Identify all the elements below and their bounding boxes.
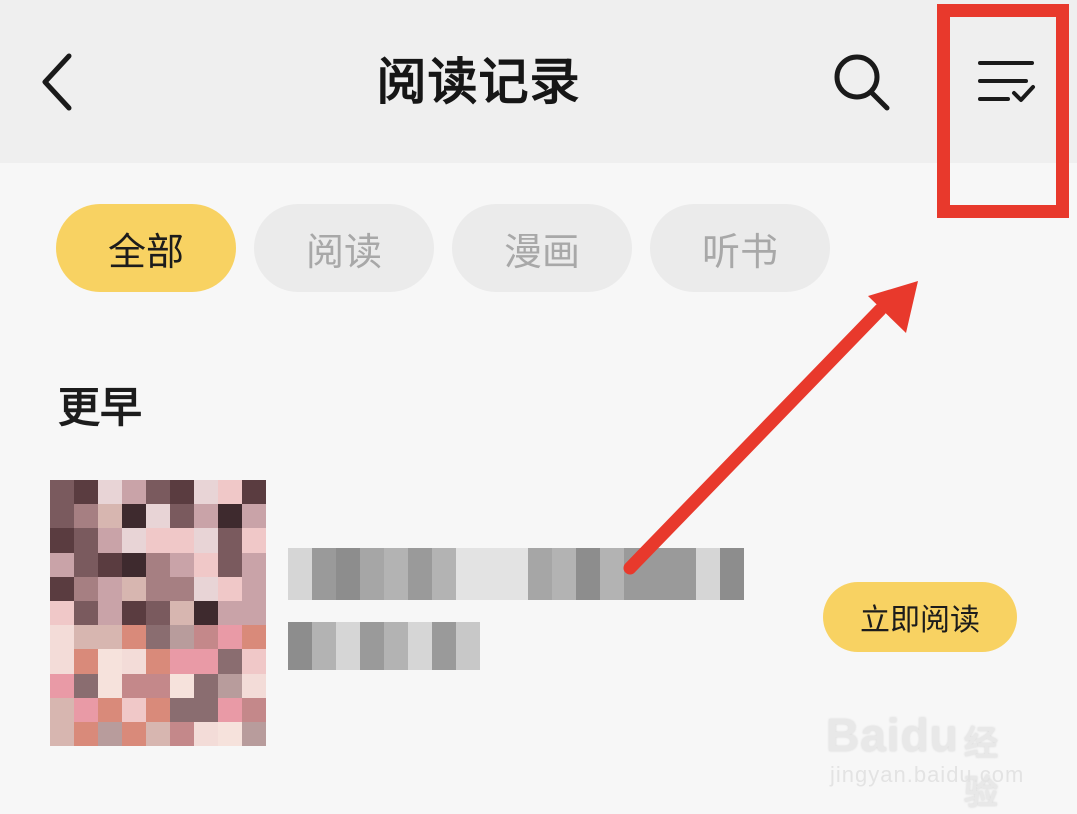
book-cover[interactable] bbox=[50, 480, 266, 746]
book-meta-blurred bbox=[288, 622, 480, 670]
watermark-domain: jingyan.baidu.com bbox=[830, 762, 1025, 787]
book-info-blurred bbox=[288, 548, 758, 678]
tab-comics[interactable]: 漫画 bbox=[452, 204, 632, 292]
search-button[interactable] bbox=[822, 44, 902, 120]
book-title-blurred bbox=[288, 548, 744, 600]
tab-audiobooks[interactable]: 听书 bbox=[650, 204, 830, 292]
tab-all[interactable]: 全部 bbox=[56, 204, 236, 292]
tab-reading[interactable]: 阅读 bbox=[254, 204, 434, 292]
manage-button[interactable] bbox=[967, 44, 1047, 120]
baidu-watermark: Baidu 经验 jingyan.baidu.com bbox=[826, 690, 1026, 813]
search-icon bbox=[834, 54, 890, 111]
watermark-brand: Baidu bbox=[826, 709, 959, 761]
page-title: 阅读记录 bbox=[376, 53, 581, 111]
list-check-icon bbox=[978, 61, 1035, 102]
header-bar: 阅读记录 bbox=[0, 0, 1077, 163]
read-now-button[interactable]: 立即阅读 bbox=[823, 582, 1017, 652]
section-title-earlier: 更早 bbox=[58, 383, 143, 432]
